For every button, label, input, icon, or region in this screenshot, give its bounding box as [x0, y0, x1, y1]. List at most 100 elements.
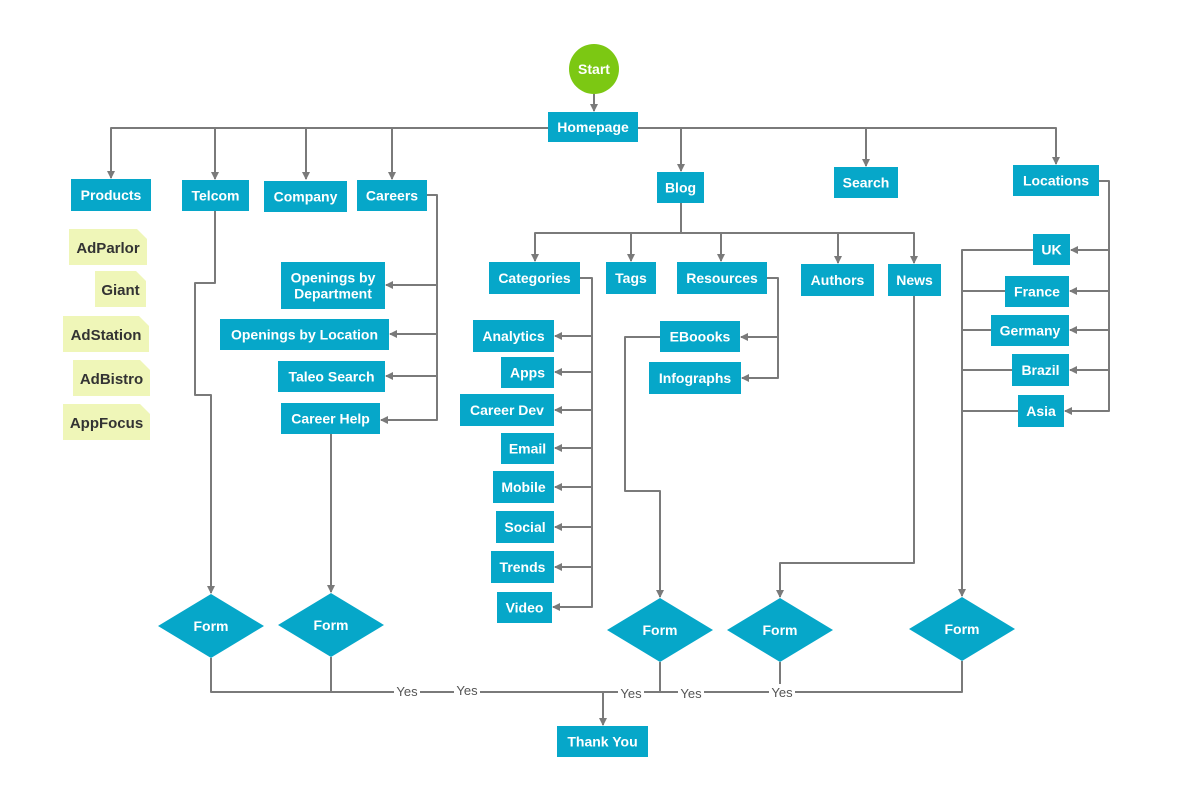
node-label: Search	[843, 175, 890, 191]
node-taleo[interactable]: Taleo Search	[278, 361, 385, 392]
node-brazil[interactable]: Brazil	[1012, 354, 1069, 386]
node-label: Locations	[1023, 173, 1089, 189]
node-homepage[interactable]: Homepage	[548, 112, 638, 142]
node-career-dev[interactable]: Career Dev	[460, 394, 554, 426]
node-thank-you[interactable]: Thank You	[557, 726, 648, 757]
node-apps[interactable]: Apps	[501, 357, 554, 388]
node-ebooks[interactable]: EBoooks	[660, 321, 740, 352]
node-tags[interactable]: Tags	[606, 262, 656, 294]
node-mobile[interactable]: Mobile	[493, 471, 554, 503]
yes-label: Yes	[618, 685, 644, 701]
node-label: Email	[509, 441, 546, 457]
node-company[interactable]: Company	[264, 181, 347, 212]
node-label: Authors	[811, 272, 865, 288]
connector-line	[638, 127, 1060, 165]
node-infographs[interactable]: Infographs	[649, 362, 741, 394]
node-label: Form	[945, 621, 980, 637]
node-label: Trends	[500, 559, 546, 575]
node-label: Telcom	[192, 188, 240, 204]
node-uk[interactable]: UK	[1033, 234, 1070, 265]
connector-line	[681, 232, 918, 264]
node-label: France	[1014, 284, 1060, 300]
node-label: News	[896, 272, 933, 288]
node-analytics[interactable]: Analytics	[473, 320, 554, 352]
node-authors[interactable]: Authors	[801, 264, 874, 296]
product-note: AppFocus	[63, 404, 150, 440]
connector-line	[531, 203, 682, 262]
node-label: Openings by Location	[231, 327, 378, 343]
node-blog[interactable]: Blog	[657, 172, 704, 203]
form-decision[interactable]: Form	[278, 593, 384, 657]
node-label: Infographs	[659, 370, 732, 386]
note-label: Giant	[101, 282, 139, 299]
node-products[interactable]: Products	[71, 179, 151, 211]
connector-line	[776, 296, 915, 598]
node-label: Brazil	[1021, 362, 1059, 378]
form-decision[interactable]: Form	[607, 598, 713, 662]
product-note: AdStation	[63, 316, 149, 352]
yes-text: Yes	[620, 686, 642, 701]
node-social[interactable]: Social	[496, 511, 554, 543]
yes-text: Yes	[396, 684, 418, 699]
node-label: Video	[506, 600, 544, 616]
node-label: Mobile	[501, 479, 546, 495]
node-label: Germany	[1000, 323, 1061, 339]
node-label: Homepage	[557, 119, 629, 135]
yes-label: Yes	[454, 682, 480, 698]
note-label: AppFocus	[70, 415, 143, 432]
node-label: Form	[763, 622, 798, 638]
yes-label: Yes	[769, 684, 795, 700]
node-label: Form	[314, 617, 349, 633]
node-asia[interactable]: Asia	[1018, 395, 1064, 427]
node-categories[interactable]: Categories	[489, 262, 580, 294]
yes-text: Yes	[456, 683, 478, 698]
node-label: Categories	[498, 270, 571, 286]
connector-line	[552, 277, 593, 611]
form-decision[interactable]: Form	[727, 598, 833, 662]
node-label: Career Dev	[470, 402, 544, 418]
node-video[interactable]: Video	[497, 592, 552, 623]
nodes: Yes Yes Yes Yes Yes Start Homepage Products Telc…	[63, 44, 1099, 757]
node-label: Apps	[510, 365, 545, 381]
product-note: Giant	[95, 271, 146, 307]
node-label: Tags	[615, 270, 647, 286]
node-label: Blog	[665, 180, 696, 196]
node-careers[interactable]: Careers	[357, 180, 427, 211]
connector-line	[380, 194, 438, 424]
node-news[interactable]: News	[888, 264, 941, 296]
site-map-flowchart: Yes Yes Yes Yes Yes Start Homepage Products Telc…	[63, 44, 1110, 757]
node-label: Form	[194, 618, 229, 634]
node-career-help[interactable]: Career Help	[281, 403, 380, 434]
product-note: AdParlor	[69, 229, 147, 265]
product-note: AdBistro	[73, 360, 150, 396]
connector-line	[107, 127, 548, 179]
node-label: Products	[81, 187, 142, 203]
node-france[interactable]: France	[1005, 276, 1069, 307]
node-start[interactable]: Start	[569, 44, 619, 94]
form-decision[interactable]: Form	[909, 597, 1015, 661]
node-germany[interactable]: Germany	[991, 315, 1069, 346]
node-label: Careers	[366, 188, 418, 204]
form-decision[interactable]: Form	[158, 594, 264, 658]
node-email[interactable]: Email	[501, 433, 554, 464]
node-openings-loc[interactable]: Openings by Location	[220, 319, 389, 350]
yes-text: Yes	[680, 686, 702, 701]
yes-text: Yes	[771, 685, 793, 700]
node-label: Start	[578, 61, 610, 77]
node-locations[interactable]: Locations	[1013, 165, 1099, 196]
node-label: Career Help	[291, 411, 370, 427]
node-label: Company	[274, 189, 338, 205]
node-label: Openings by	[291, 270, 376, 286]
node-label: Form	[643, 622, 678, 638]
connector-line	[194, 211, 216, 594]
node-label: UK	[1041, 242, 1061, 258]
node-label: Resources	[686, 270, 758, 286]
connector-line	[210, 658, 963, 693]
node-openings-dept-1[interactable]: Openings byDepartment	[281, 262, 385, 309]
node-resources[interactable]: Resources	[677, 262, 767, 294]
node-label: EBoooks	[670, 329, 731, 345]
node-label: Taleo Search	[288, 369, 374, 385]
node-search[interactable]: Search	[834, 167, 898, 198]
node-telcom[interactable]: Telcom	[182, 180, 249, 211]
node-trends[interactable]: Trends	[491, 551, 554, 583]
